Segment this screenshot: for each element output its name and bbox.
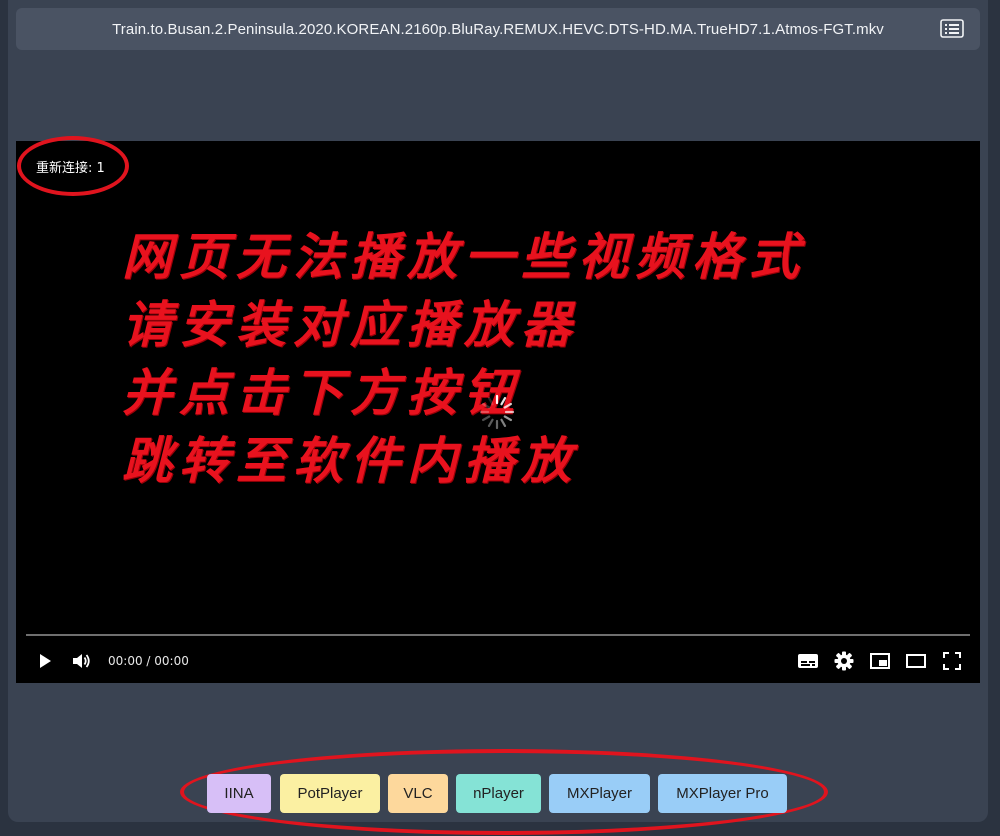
- mxplayer-pro-button[interactable]: MXPlayer Pro: [658, 774, 787, 813]
- iina-button[interactable]: IINA: [207, 774, 271, 813]
- overlay-line-2: 请安装对应播放器: [122, 295, 578, 354]
- format-warning-overlay: 网页无法播放一些视频格式 请安装对应播放器 并点击下方按钮 跳转至软件内播放: [122, 223, 806, 495]
- progress-bar[interactable]: [26, 634, 970, 636]
- nplayer-button[interactable]: nPlayer: [456, 774, 541, 813]
- play-icon[interactable]: [34, 646, 56, 676]
- overlay-line-4: 跳转至软件内播放: [122, 431, 578, 490]
- potplayer-button[interactable]: PotPlayer: [280, 774, 380, 813]
- reconnect-status: 重新连接: 1: [36, 161, 105, 176]
- external-player-buttons: IINA PotPlayer VLC nPlayer MXPlayer MXPl…: [0, 774, 1000, 814]
- player-controls: 00:00 / 00:00: [16, 646, 980, 676]
- overlay-line-3: 并点击下方按钮: [122, 363, 521, 422]
- settings-icon[interactable]: [832, 646, 856, 676]
- vlc-button[interactable]: VLC: [388, 774, 448, 813]
- list-icon[interactable]: [940, 18, 964, 40]
- time-display: 00:00 / 00:00: [108, 654, 189, 668]
- volume-icon[interactable]: [70, 646, 92, 676]
- mxplayer-button[interactable]: MXPlayer: [549, 774, 650, 813]
- overlay-line-1: 网页无法播放一些视频格式: [122, 227, 806, 286]
- file-title: Train.to.Busan.2.Peninsula.2020.KOREAN.2…: [112, 20, 884, 38]
- picture-in-picture-icon[interactable]: [868, 646, 892, 676]
- title-bar: Train.to.Busan.2.Peninsula.2020.KOREAN.2…: [16, 8, 980, 50]
- fullscreen-icon[interactable]: [940, 646, 964, 676]
- subtitles-icon[interactable]: [796, 646, 820, 676]
- theater-mode-icon[interactable]: [904, 646, 928, 676]
- loading-spinner-icon: [478, 393, 516, 431]
- video-player[interactable]: 重新连接: 1 网页无法播放一些视频格式 请安装对应播放器 并点击下方按钮 跳转…: [16, 141, 980, 683]
